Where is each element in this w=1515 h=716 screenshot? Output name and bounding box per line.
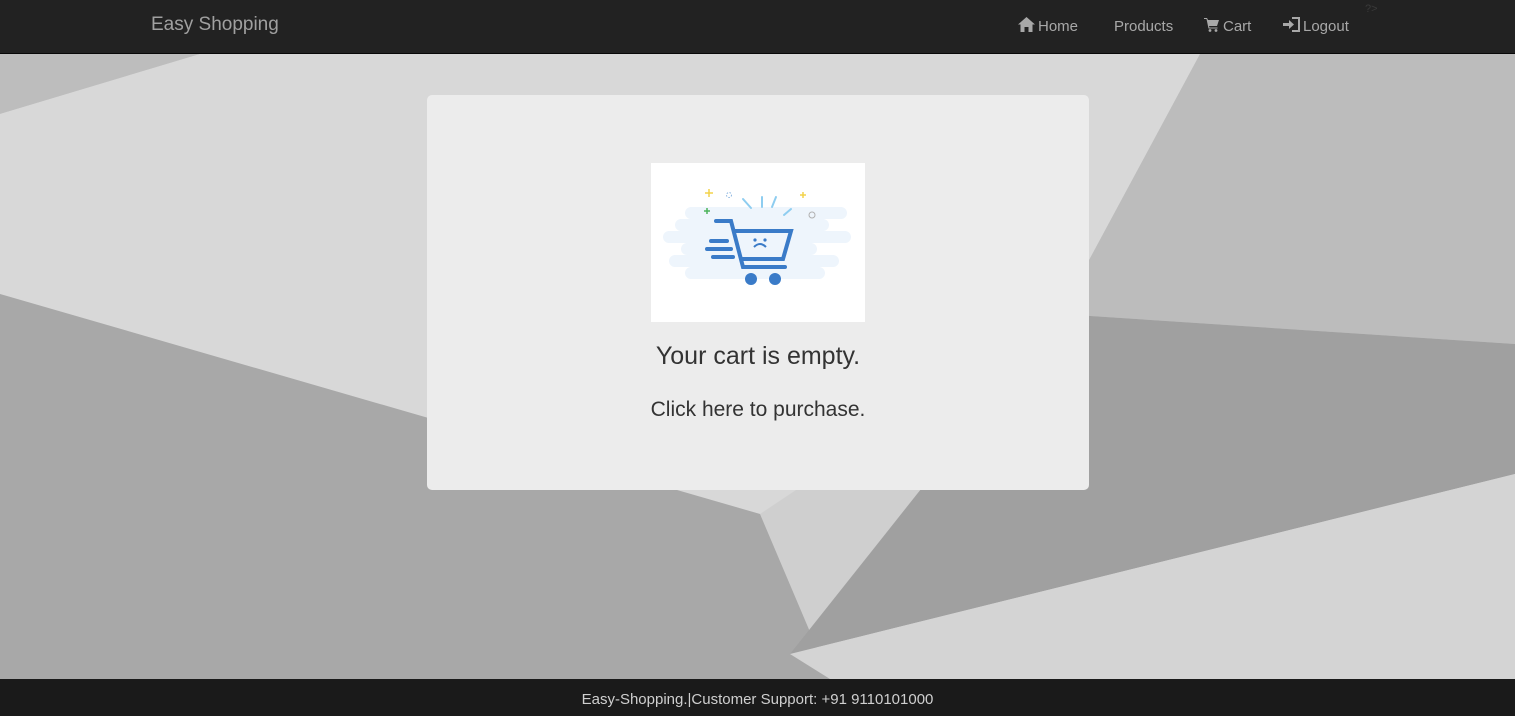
footer-text: Easy-Shopping.|Customer Support: +91 911… [581, 691, 934, 708]
nav-products[interactable]: Products [1114, 16, 1173, 36]
footer: Easy-Shopping.|Customer Support: +91 911… [0, 679, 1515, 716]
nav-cart-label: Cart [1223, 17, 1252, 35]
nav-logout[interactable]: Logout [1283, 16, 1349, 36]
nav-links: Home Products Cart Logout [0, 16, 1515, 40]
navbar: Easy Shopping Home Products Cart Logout … [0, 0, 1515, 54]
nav-products-label: Products [1114, 17, 1174, 35]
empty-cart-panel: Your cart is empty. Click here to purcha… [427, 95, 1089, 490]
empty-cart-illustration [651, 163, 865, 322]
nav-logout-label: Logout [1303, 17, 1349, 35]
stray-text: ?> [1365, 3, 1378, 15]
cart-icon [1204, 17, 1220, 36]
empty-cart-message: Your cart is empty. [655, 342, 861, 370]
nav-home[interactable]: Home [1018, 16, 1078, 36]
purchase-link[interactable]: Click here to purchase. [427, 398, 1089, 422]
nav-cart[interactable]: Cart [1204, 16, 1251, 36]
nav-home-label: Home [1038, 17, 1079, 35]
logout-icon [1283, 16, 1300, 36]
home-icon [1018, 16, 1035, 36]
